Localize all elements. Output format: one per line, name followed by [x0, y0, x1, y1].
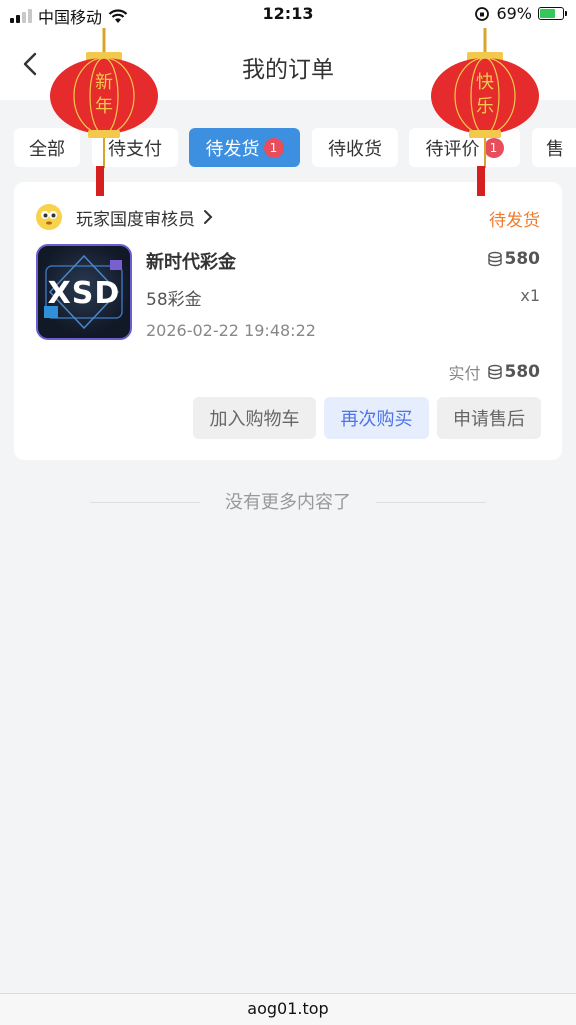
battery-percent: 69% [496, 4, 532, 23]
tab-label: 售 [546, 138, 564, 160]
tab-pending-receipt[interactable]: 待收货 [312, 128, 398, 167]
product-spec: 58彩金 [146, 290, 202, 310]
list-end-text: 没有更多内容了 [225, 492, 351, 513]
lantern-decoration-left: 新 年 [48, 28, 160, 200]
paid-row: 实付 580 [448, 360, 540, 384]
lantern-decoration-right: 快 乐 [429, 28, 541, 200]
order-status: 待发货 [489, 211, 540, 231]
paid-amount: 580 [504, 362, 541, 382]
add-to-cart-button[interactable]: 加入购物车 [193, 397, 316, 439]
paid-label: 实付 [448, 364, 481, 383]
coin-icon [487, 251, 502, 267]
product-name: 新时代彩金 [146, 252, 236, 273]
lantern-char: 快 [476, 72, 494, 93]
after-sales-button[interactable]: 申请售后 [437, 397, 541, 439]
order-time: 2026-02-22 19:48:22 [146, 321, 316, 340]
status-bar: 中国移动 12:13 69% [0, 0, 576, 28]
chevron-right-icon [204, 210, 213, 224]
tab-label: 待发货 [205, 138, 260, 160]
shop-link[interactable]: 玩家国度审核员 [36, 204, 213, 230]
shop-avatar [36, 204, 62, 230]
lantern-char: 新 [95, 72, 113, 93]
lantern-char: 年 [95, 96, 113, 117]
coin-icon [487, 364, 502, 380]
list-end-indicator: 没有更多内容了 [0, 488, 576, 516]
battery-icon [538, 7, 567, 20]
tab-pending-shipment[interactable]: 待发货 1 [189, 128, 300, 167]
product-thumbnail[interactable]: XSD [36, 244, 132, 340]
url-text: aog01.top [247, 999, 329, 1018]
shop-name: 玩家国度审核员 [76, 209, 195, 230]
tab-label: 待收货 [328, 138, 382, 160]
orientation-lock-icon [475, 6, 490, 21]
product-quantity: x1 [520, 286, 540, 305]
lantern-char: 乐 [476, 96, 494, 117]
count-badge: 1 [263, 137, 284, 158]
thumbnail-logo-text: XSD [47, 276, 121, 311]
price-value: 580 [504, 249, 541, 269]
browser-url-bar[interactable]: aog01.top [0, 993, 576, 1025]
buy-again-button[interactable]: 再次购买 [324, 397, 429, 439]
order-card[interactable]: 玩家国度审核员 待发货 XSD 新时代彩金 58彩金 2026-02-22 19… [14, 182, 562, 460]
product-price: 580 [487, 249, 541, 269]
